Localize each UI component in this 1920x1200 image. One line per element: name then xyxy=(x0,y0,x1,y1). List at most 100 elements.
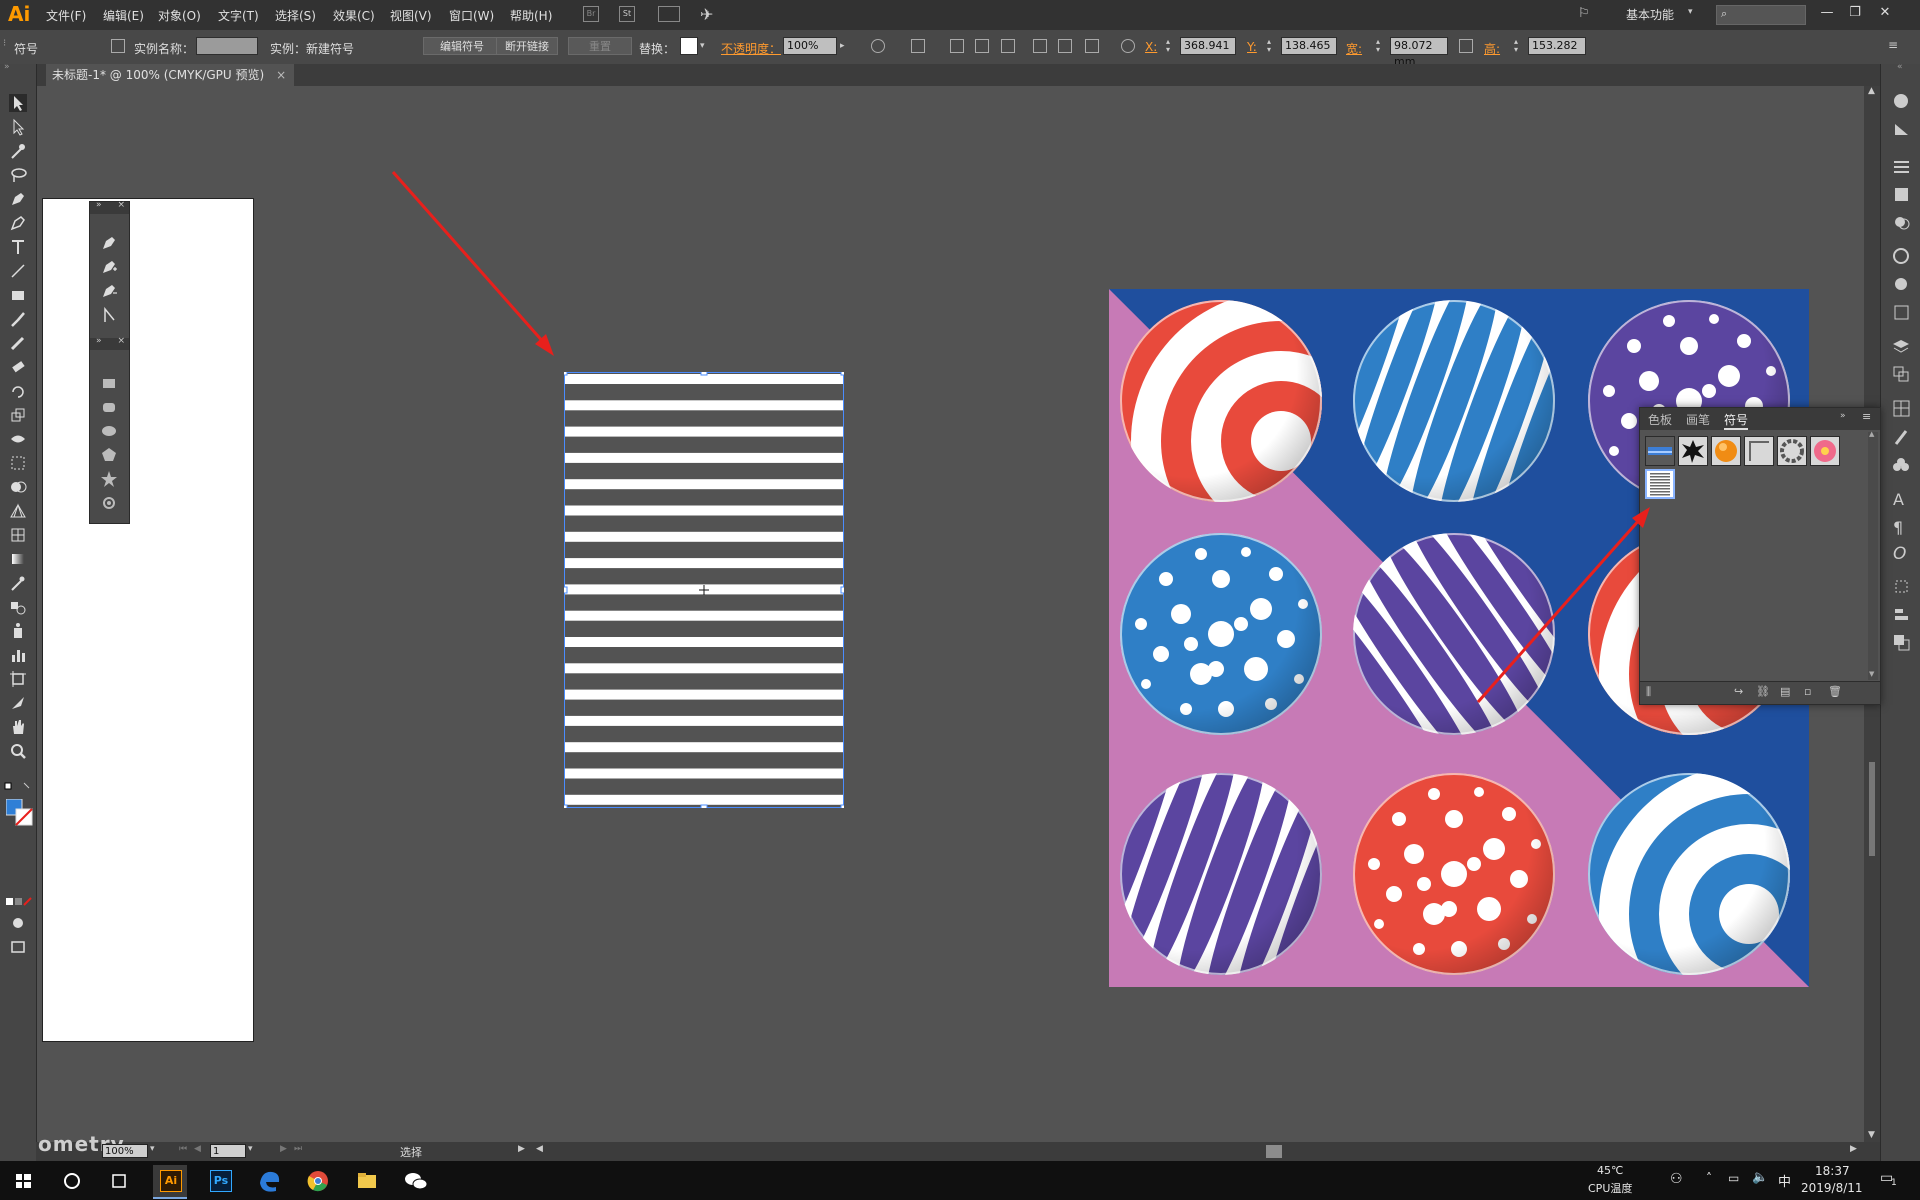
artboard-tool-icon[interactable] xyxy=(9,670,27,688)
previous-artboard-icon[interactable]: ◀ xyxy=(194,1144,201,1154)
close-icon[interactable]: × xyxy=(117,200,125,210)
menu-view[interactable]: 视图(V) xyxy=(390,7,432,24)
width-stepper[interactable]: ▴ ▾ xyxy=(1376,38,1380,54)
appearance-panel-icon[interactable] xyxy=(1893,248,1910,265)
expand-icon[interactable]: » xyxy=(96,336,102,346)
restore-button[interactable]: ❐ xyxy=(1844,4,1866,22)
width-field[interactable]: 98.072 mm xyxy=(1390,37,1448,68)
align-to-icon[interactable] xyxy=(911,39,925,53)
rectangle-tool-icon[interactable] xyxy=(9,286,27,304)
magic-wand-tool-icon[interactable] xyxy=(9,142,27,160)
constrain-proportions-icon[interactable] xyxy=(1459,39,1473,53)
mesh-tool-icon[interactable] xyxy=(9,526,27,544)
height-stepper[interactable]: ▴ ▾ xyxy=(1514,38,1518,54)
stroke-panel-icon[interactable] xyxy=(1893,158,1910,175)
scale-tool-icon[interactable] xyxy=(9,406,27,424)
reference-point-icon[interactable] xyxy=(1121,39,1135,53)
chrome-icon[interactable] xyxy=(301,1165,335,1197)
artboard-number-field[interactable]: 1 xyxy=(210,1144,246,1158)
windows-start-icon[interactable] xyxy=(6,1165,40,1197)
clock-time[interactable]: 18:37 xyxy=(1815,1164,1850,1178)
stock-icon[interactable]: St xyxy=(619,6,635,22)
delete-anchor-point-icon[interactable] xyxy=(100,282,118,303)
photoshop-taskbar-icon[interactable]: Ps xyxy=(203,1165,237,1197)
symbol-gray-ring[interactable] xyxy=(1777,436,1807,466)
tab-swatches[interactable]: 色板 xyxy=(1648,411,1672,428)
color-panel-icon[interactable] xyxy=(1893,92,1910,109)
pathfinder-panel-icon[interactable] xyxy=(1893,634,1910,651)
document-tab[interactable]: 未标题-1* @ 100% (CMYK/GPU 预览) × xyxy=(46,64,295,86)
free-transform-tool-icon[interactable] xyxy=(9,454,27,472)
gradient-tool-icon[interactable] xyxy=(9,550,27,568)
eraser-tool-icon[interactable] xyxy=(9,358,27,376)
next-artboard-icon[interactable]: ▶ xyxy=(280,1144,287,1154)
break-link-button[interactable]: 断开链接 xyxy=(496,37,558,55)
symbol-corner-frame[interactable] xyxy=(1744,436,1774,466)
scroll-up-icon[interactable]: ▲ xyxy=(1868,86,1875,96)
transparency-panel-icon[interactable] xyxy=(1893,214,1910,231)
first-artboard-icon[interactable]: ⏮ xyxy=(179,1144,187,1154)
menu-effect[interactable]: 效果(C) xyxy=(333,7,375,24)
bridge-icon[interactable]: Br xyxy=(583,6,599,22)
horizontal-scroll-thumb[interactable] xyxy=(1266,1145,1282,1158)
flare-tool-icon[interactable] xyxy=(100,494,118,515)
edit-symbol-button[interactable]: 编辑符号 xyxy=(423,37,501,55)
new-symbol-icon[interactable]: ▫ xyxy=(1804,685,1811,698)
collapse-icon[interactable]: « xyxy=(1897,62,1903,72)
artboards-panel-icon[interactable] xyxy=(1893,366,1910,383)
sync-settings-icon[interactable]: ⚐ xyxy=(1578,6,1590,21)
pencil-tool-icon[interactable] xyxy=(9,334,27,352)
height-field[interactable]: 153.282 xyxy=(1528,37,1586,55)
last-artboard-icon[interactable]: ⏭ xyxy=(294,1144,302,1154)
arrange-documents-icon[interactable] xyxy=(658,6,680,22)
close-button[interactable]: ✕ xyxy=(1874,4,1896,22)
replace-symbol-swatch[interactable] xyxy=(680,37,698,55)
x-stepper[interactable]: ▴ ▾ xyxy=(1166,38,1170,54)
stripe-symbol-instance[interactable] xyxy=(560,368,848,812)
draw-mode-icon[interactable] xyxy=(9,914,27,932)
transform-panel-icon[interactable] xyxy=(1893,578,1910,595)
chevron-down-icon[interactable]: ▾ xyxy=(700,41,705,51)
x-field[interactable]: 368.941 xyxy=(1180,37,1236,55)
pen-tool-icon[interactable] xyxy=(9,190,27,208)
tab-brushes[interactable]: 画笔 xyxy=(1686,411,1710,428)
anchor-point-tool-icon[interactable] xyxy=(100,306,118,327)
y-stepper[interactable]: ▴ ▾ xyxy=(1267,38,1271,54)
recolor-icon[interactable] xyxy=(871,39,885,53)
menu-text[interactable]: 文字(T) xyxy=(218,7,259,24)
graphic-styles-icon[interactable] xyxy=(1893,276,1910,293)
panel-scrollbar[interactable]: ▲ ▼ xyxy=(1868,430,1878,680)
eyedropper-tool-icon[interactable] xyxy=(9,574,27,592)
tray-chevron-up-icon[interactable]: ˄ xyxy=(1706,1171,1712,1185)
wechat-icon[interactable] xyxy=(399,1165,433,1197)
symbol-options-icon[interactable]: ▤ xyxy=(1780,685,1790,698)
paintbrush-tool-icon[interactable] xyxy=(9,310,27,328)
align-hcenter-icon[interactable] xyxy=(975,39,989,53)
shape-builder-tool-icon[interactable] xyxy=(9,478,27,496)
people-icon[interactable]: ⚇ xyxy=(1670,1171,1683,1187)
scroll-thumb[interactable] xyxy=(1869,762,1875,856)
opacity-label[interactable]: 不透明度： xyxy=(721,40,781,57)
menu-object[interactable]: 对象(O) xyxy=(158,7,201,24)
y-field[interactable]: 138.465 xyxy=(1281,37,1337,55)
screen-mode-icon[interactable] xyxy=(9,938,27,956)
menu-window[interactable]: 窗口(W) xyxy=(449,7,494,24)
default-colors-icon[interactable] xyxy=(4,780,32,796)
edge-icon[interactable] xyxy=(252,1165,286,1197)
volume-icon[interactable]: 🔈 xyxy=(1752,1170,1768,1185)
chevron-right-icon[interactable]: ▶ xyxy=(518,1144,525,1154)
collapse-icon[interactable]: » xyxy=(4,62,10,72)
symbol-sprayer-tool-icon[interactable] xyxy=(9,622,27,640)
close-icon[interactable]: × xyxy=(117,336,125,346)
chevron-down-icon[interactable]: ▾ xyxy=(248,1144,253,1154)
ellipse-tool-icon[interactable] xyxy=(100,422,118,443)
menu-edit[interactable]: 编辑(E) xyxy=(103,7,144,24)
star-tool-icon[interactable] xyxy=(100,470,118,491)
align-panel-icon[interactable] xyxy=(1893,606,1910,623)
symbol-libraries-icon[interactable]: ⫼ xyxy=(1646,685,1651,699)
zoom-tool-icon[interactable] xyxy=(9,742,27,760)
instance-name-field[interactable] xyxy=(196,37,258,55)
ime-indicator[interactable]: 中 xyxy=(1778,1171,1791,1190)
search-input[interactable]: ⌕ xyxy=(1716,5,1806,25)
menu-select[interactable]: 选择(S) xyxy=(275,7,316,24)
